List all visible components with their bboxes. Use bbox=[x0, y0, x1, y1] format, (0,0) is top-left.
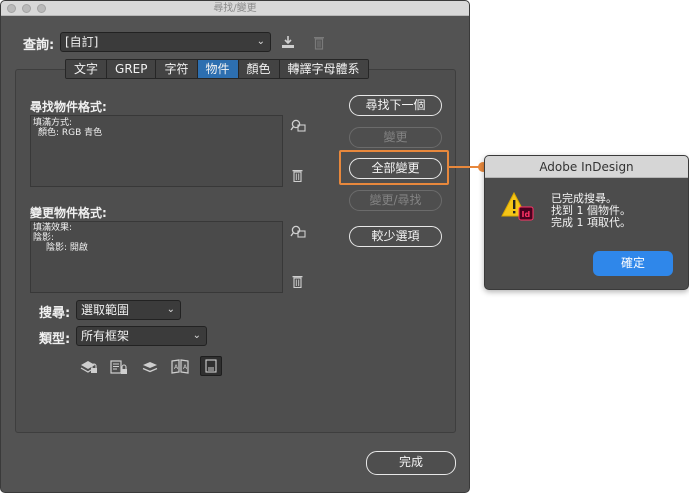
change-format-line1: 填滿效果: bbox=[33, 223, 73, 233]
change-button[interactable]: 變更 bbox=[349, 127, 442, 148]
query-label: 查詢: bbox=[23, 38, 55, 53]
change-format-line2: 陰影: bbox=[33, 233, 55, 243]
alert-dialog: Adobe InDesign Id 已完成搜尋。 找到 1 個物件。 完成 1 … bbox=[484, 155, 689, 290]
tab-grep[interactable]: GREP bbox=[107, 60, 157, 78]
include-locked-objects-icon[interactable] bbox=[109, 358, 129, 376]
svg-text:A: A bbox=[174, 364, 179, 371]
tab-object[interactable]: 物件 bbox=[197, 60, 239, 78]
clear-change-format-icon[interactable] bbox=[289, 273, 305, 289]
window-title: 尋找/變更 bbox=[213, 3, 257, 14]
type-value: 所有框架 bbox=[81, 329, 130, 343]
change-format-label: 變更物件格式: bbox=[30, 206, 107, 220]
search-label: 搜尋: bbox=[39, 306, 71, 321]
type-select[interactable]: 所有框架 ⌄ bbox=[76, 326, 207, 346]
fewer-options-button[interactable]: 較少選項 bbox=[349, 226, 442, 247]
change-all-highlight bbox=[339, 150, 449, 185]
find-format-line1: 填滿方式: bbox=[33, 118, 73, 128]
specify-find-format-icon[interactable] bbox=[289, 118, 307, 134]
chevron-down-icon: ⌄ bbox=[192, 330, 201, 341]
alert-message: 已完成搜尋。 找到 1 個物件。 完成 1 項取代。 bbox=[551, 192, 631, 229]
tab-glyph[interactable]: 字符 bbox=[156, 60, 198, 78]
svg-text:A: A bbox=[183, 364, 188, 371]
alert-title: Adobe InDesign bbox=[485, 156, 688, 178]
indesign-app-icon: Id bbox=[522, 210, 531, 219]
tab-color[interactable]: 顏色 bbox=[238, 60, 280, 78]
save-query-icon[interactable] bbox=[279, 33, 297, 51]
change-format-line3: 陰影: 開啟 bbox=[46, 243, 88, 253]
search-value: 選取範圍 bbox=[81, 303, 130, 317]
find-change-window: 尋找/變更 查詢: [自訂] ⌄ 文字 GREP 字符 物件 顏色 轉譯字母體系… bbox=[0, 0, 470, 493]
title-bar: 尋找/變更 bbox=[1, 1, 469, 16]
query-value: [自訂] bbox=[65, 35, 99, 49]
type-label: 類型: bbox=[39, 332, 71, 347]
chevron-down-icon: ⌄ bbox=[166, 304, 175, 315]
done-button[interactable]: 完成 bbox=[366, 451, 456, 475]
include-locked-layers-icon[interactable] bbox=[79, 358, 99, 376]
delete-query-icon[interactable] bbox=[310, 33, 328, 51]
tab-text[interactable]: 文字 bbox=[66, 60, 108, 78]
include-hidden-layers-icon[interactable] bbox=[140, 358, 160, 376]
find-format-label: 尋找物件格式: bbox=[30, 100, 107, 114]
include-master-pages-icon[interactable]: AA bbox=[170, 357, 190, 375]
query-select[interactable]: [自訂] ⌄ bbox=[60, 32, 271, 52]
include-footnotes-icon[interactable] bbox=[200, 356, 222, 376]
specify-change-format-icon[interactable] bbox=[289, 224, 307, 240]
tab-transliterate[interactable]: 轉譯字母體系 bbox=[279, 60, 368, 78]
chevron-down-icon: ⌄ bbox=[256, 36, 265, 47]
find-next-button[interactable]: 尋找下一個 bbox=[349, 95, 442, 116]
search-select[interactable]: 選取範圍 ⌄ bbox=[76, 300, 181, 320]
find-format-line2: 顏色: RGB 青色 bbox=[38, 128, 103, 138]
ok-button[interactable]: 確定 bbox=[593, 251, 673, 276]
warning-icon: Id bbox=[500, 190, 536, 224]
tab-bar: 文字 GREP 字符 物件 顏色 轉譯字母體系 bbox=[65, 59, 369, 79]
clear-find-format-icon[interactable] bbox=[289, 167, 305, 183]
change-find-button[interactable]: 變更/尋找 bbox=[349, 190, 442, 211]
